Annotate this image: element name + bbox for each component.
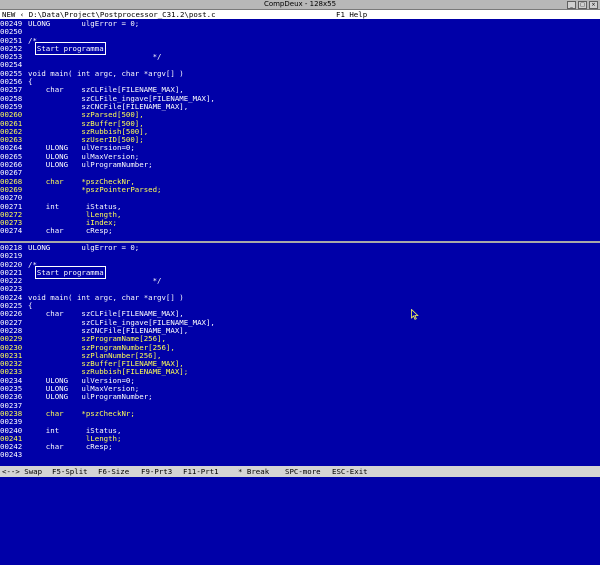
code-line[interactable]: 00266 ULONG ulProgramNumber;: [0, 160, 600, 170]
mouse-cursor-icon: [411, 309, 419, 320]
code-line[interactable]: 00222 */: [0, 276, 600, 286]
code-text: */: [28, 52, 162, 62]
line-number: 00243: [0, 450, 23, 460]
code-text: */: [28, 276, 162, 286]
code-line[interactable]: 00255 void main( int argc, char *argv[] ): [0, 68, 600, 78]
title-bar: CompDeux - 128x55 _ □ ×: [0, 0, 600, 10]
editor-pane-top[interactable]: 00249 ULONG ulgError = 0; 00250 00251/* 0025…: [0, 20, 600, 240]
code-text: void main( int argc, char *argv[] ): [28, 68, 184, 78]
code-text: char cResp;: [28, 442, 113, 452]
code-line[interactable]: 00218 ULONG ulgError = 0;: [0, 244, 600, 252]
code-text: *pszPointerParsed;: [28, 184, 162, 194]
code-text: ULONG ulProgramNumber;: [28, 392, 153, 402]
break-key[interactable]: * Break: [238, 466, 269, 477]
code-text: ULONG ulgError = 0;: [28, 20, 140, 28]
code-text: ULONG ulProgramNumber;: [28, 160, 153, 170]
help-hint[interactable]: F1 Help: [336, 10, 367, 19]
code-line[interactable]: 00269 *pszPointerParsed;: [0, 184, 600, 194]
file-path-bar: NEW ‹ D:\Data\Project\Postprocessor_C31.…: [0, 10, 600, 19]
code-line[interactable]: 00236 ULONG ulProgramNumber;: [0, 392, 600, 402]
code-text: ULONG ulgError = 0;: [28, 244, 140, 252]
close-button[interactable]: ×: [589, 1, 598, 9]
code-line[interactable]: 00242 char cResp;: [0, 442, 600, 452]
code-text: void main( int argc, char *argv[] ): [28, 292, 184, 302]
print3-key[interactable]: F9-Prt3: [141, 466, 172, 477]
maximize-button[interactable]: □: [578, 1, 587, 9]
code-line[interactable]: 00253 */: [0, 52, 600, 62]
line-number: 00274: [0, 226, 23, 236]
code-line[interactable]: 00274 char cResp;: [0, 226, 600, 236]
size-key[interactable]: F6-Size: [98, 466, 129, 477]
code-line[interactable]: 00249 ULONG ulgError = 0;: [0, 20, 600, 28]
swap-key[interactable]: <--> Swap: [2, 466, 42, 477]
editor-pane-bottom[interactable]: 00218 ULONG ulgError = 0; 00219 00220/* 0022…: [0, 244, 600, 465]
file-path: NEW ‹ D:\Data\Project\Postprocessor_C31.…: [2, 10, 216, 19]
split-key[interactable]: F5-Split: [52, 466, 88, 477]
window-title: CompDeux - 128x55: [263, 0, 337, 8]
code-line[interactable]: 00243: [0, 450, 600, 460]
exit-key[interactable]: ESC-Exit: [332, 466, 368, 477]
code-text: char *pszCheckNr;: [28, 408, 135, 418]
print1-key[interactable]: F11-Prt1: [183, 466, 219, 477]
code-line[interactable]: 00219: [0, 251, 600, 260]
code-line[interactable]: 00238 char *pszCheckNr;: [0, 408, 600, 418]
code-text: char cResp;: [28, 226, 113, 236]
status-bar: <--> Swap F5-Split F6-Size F9-Prt3 F11-P…: [0, 466, 600, 477]
pane-separator[interactable]: [0, 241, 600, 243]
code-line[interactable]: 00224 void main( int argc, char *argv[] ): [0, 292, 600, 302]
more-key[interactable]: SPC-more: [285, 466, 321, 477]
code-line[interactable]: 00250: [0, 27, 600, 36]
minimize-button[interactable]: _: [567, 1, 576, 9]
